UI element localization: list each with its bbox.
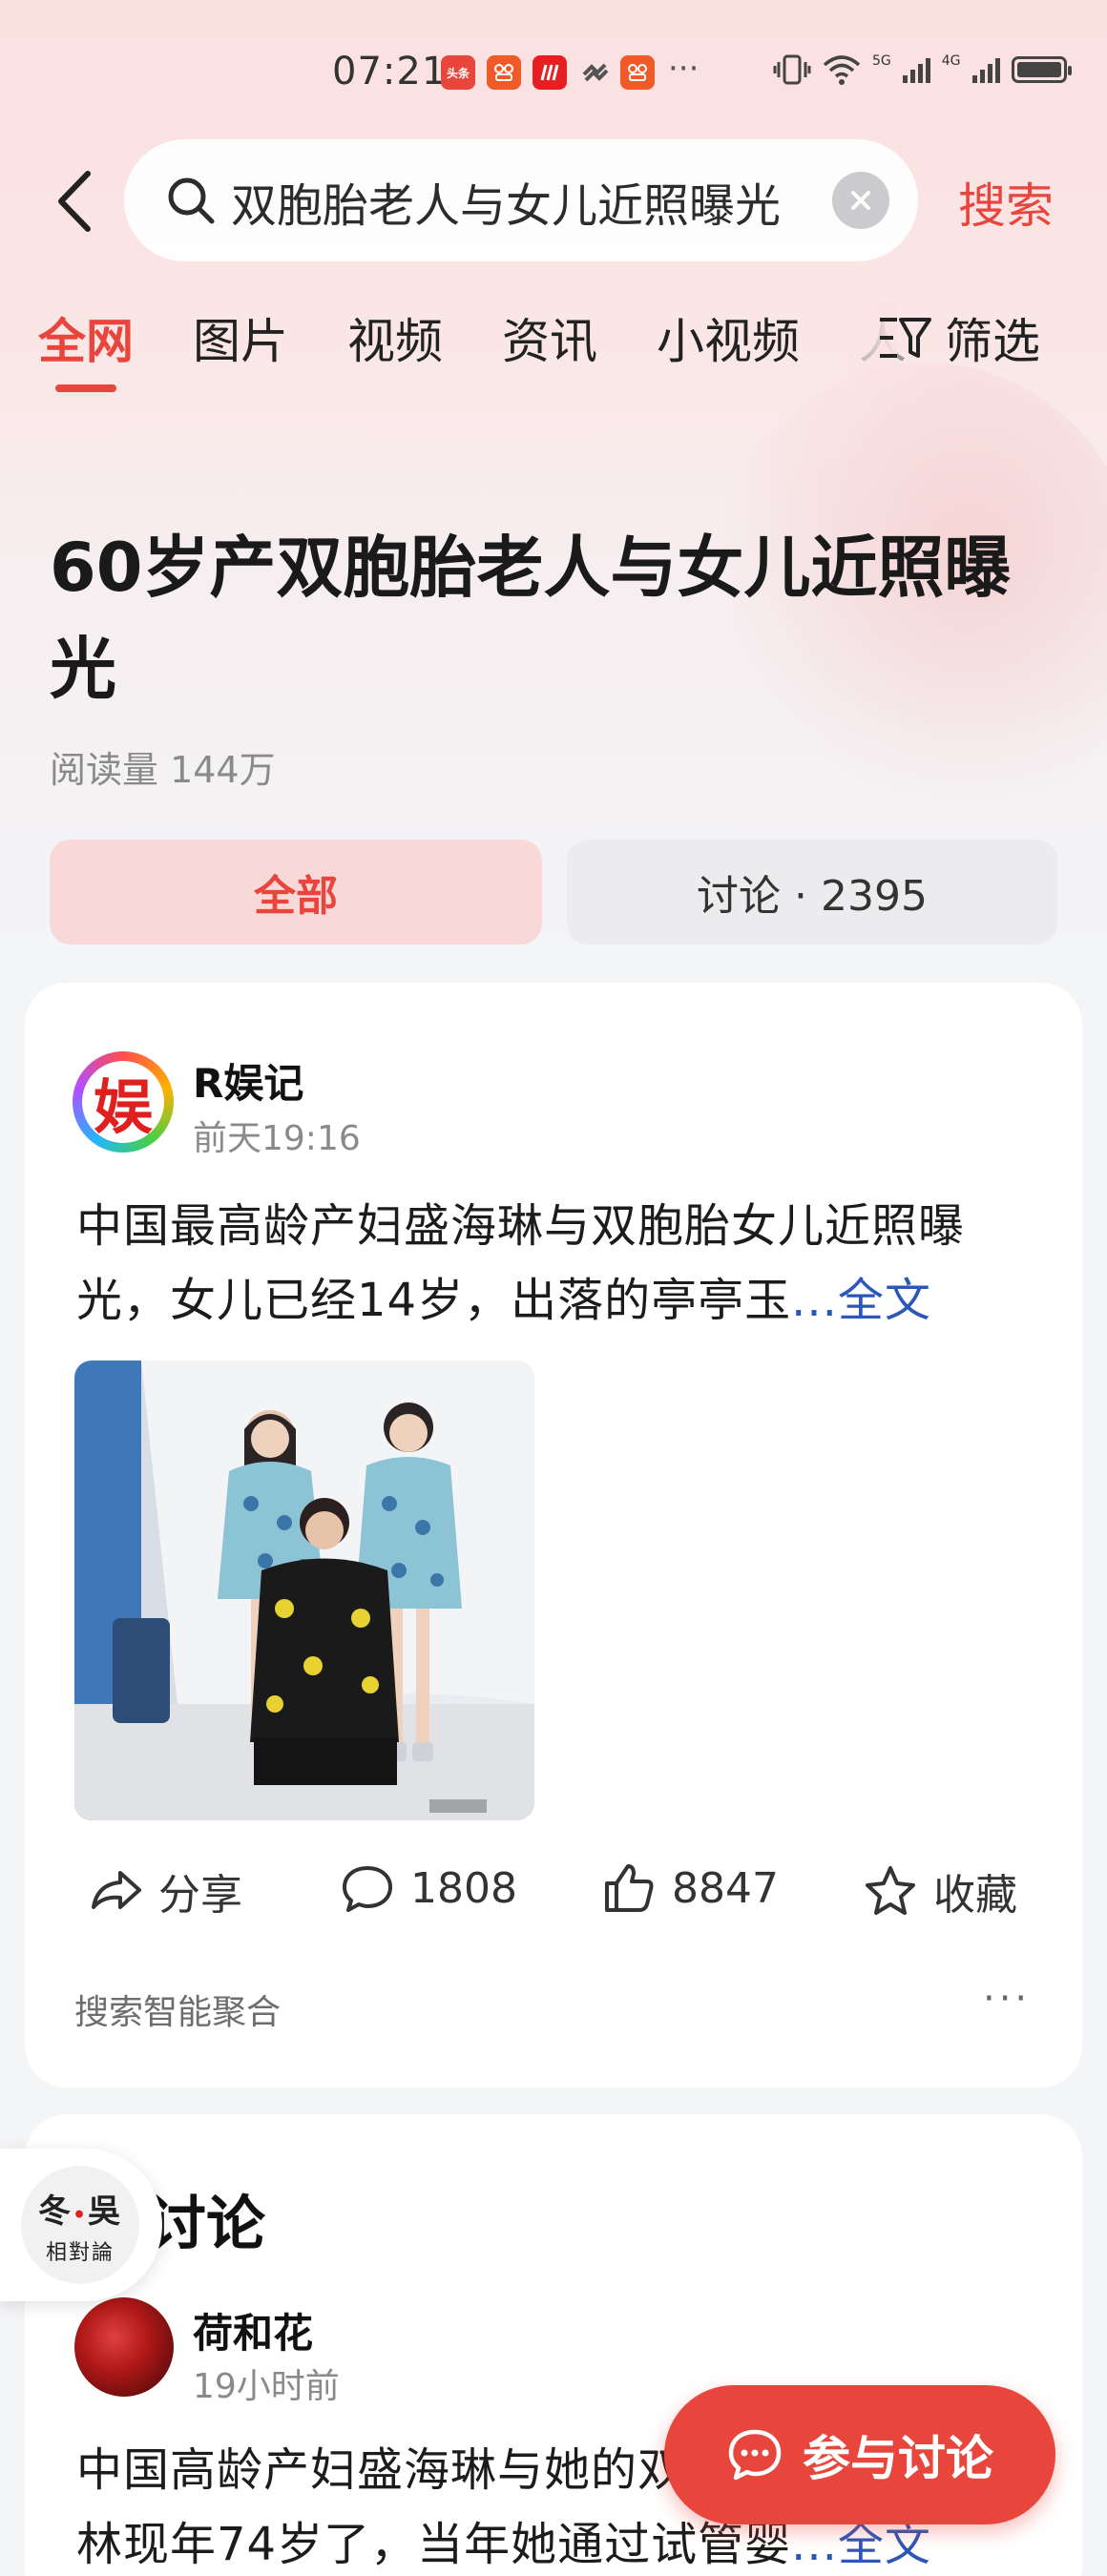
segment-all[interactable]: 全部	[50, 840, 542, 945]
comment-count: 1808	[410, 1863, 517, 1913]
post-photo[interactable]	[74, 1361, 534, 1820]
tab-all[interactable]: 全网	[38, 303, 134, 372]
search-input[interactable]: 双胞胎老人与女儿近照曝光	[231, 168, 823, 235]
thumbs-up-icon	[605, 1864, 654, 1912]
read-count: 阅读量 144万	[50, 749, 276, 791]
topic-title: 60岁产双胞胎老人与女儿近照曝光	[50, 529, 1012, 708]
read-more-link[interactable]: ...全文	[791, 1274, 931, 1327]
like-button[interactable]: 8847	[601, 1860, 779, 1916]
logo-line-1: 冬•吳	[37, 2192, 123, 2231]
status-time: 07:21	[332, 50, 448, 93]
app-icon-4	[578, 55, 613, 90]
search-icon	[168, 177, 215, 224]
post-card: 娱 R娱记 前天19:16 中国最高龄产妇盛海琳与双胞胎女儿近照曝光，女儿已经1…	[25, 983, 1082, 2088]
tab-news[interactable]: 资讯	[502, 303, 597, 372]
logo-line-2: 相對論	[45, 2240, 115, 2265]
discussion-author-avatar[interactable]	[74, 2297, 174, 2397]
discussion-time: 19小时前	[193, 2367, 340, 2406]
like-count: 8847	[672, 1863, 779, 1913]
account-logo: 冬•吳 相對論	[21, 2166, 139, 2284]
post-time: 前天19:16	[193, 1119, 361, 1158]
chat-bubble-icon	[728, 2429, 782, 2481]
comment-button[interactable]: 1808	[340, 1860, 517, 1916]
share-icon	[92, 1871, 141, 1909]
network-5g-label: 5G	[872, 53, 891, 69]
discussion-section-title: 讨论	[147, 2189, 266, 2258]
avatar-char: 娱	[82, 1061, 164, 1143]
photo-illustration	[74, 1361, 534, 1820]
aggregate-label: 搜索智能聚合	[74, 1993, 282, 2032]
floating-account-widget[interactable]: 冬•吳 相對論	[0, 2149, 162, 2301]
network-4g-label: 4G	[941, 53, 961, 69]
join-discussion-button[interactable]: 参与讨论	[664, 2385, 1055, 2524]
close-icon	[851, 191, 870, 210]
back-arrow-icon	[58, 171, 91, 232]
post-actions: 分享 1808 8847 收藏	[25, 1860, 1082, 1937]
search-submit-button[interactable]: 搜索	[958, 168, 1054, 237]
battery-icon	[1011, 56, 1072, 83]
active-tab-indicator	[55, 384, 116, 392]
share-label: 分享	[158, 1871, 242, 1920]
filter-label: 筛选	[945, 314, 1040, 369]
tab-images[interactable]: 图片	[193, 303, 288, 372]
comment-icon	[343, 1866, 392, 1912]
favorite-button[interactable]: 收藏	[863, 1860, 1017, 1922]
tab-video[interactable]: 视频	[347, 303, 443, 372]
status-more-indicator: ···	[668, 50, 700, 88]
wifi-icon	[823, 55, 861, 85]
post-text[interactable]: 中国最高龄产妇盛海琳与双胞胎女儿近照曝光，女儿已经14岁，出落的亭亭玉...全文	[76, 1189, 1054, 1338]
author-avatar[interactable]: 娱	[73, 1051, 174, 1153]
back-button[interactable]	[52, 168, 99, 235]
share-button[interactable]: 分享	[88, 1860, 242, 1922]
discussion-read-more-link[interactable]: ...全文	[791, 2518, 931, 2571]
toutiao-app-icon: 头条	[441, 55, 475, 90]
app-icon-3	[533, 55, 567, 90]
signal-5g-icon	[902, 56, 930, 83]
app-icon-5	[620, 55, 655, 90]
more-options-button[interactable]: ···	[983, 1977, 1031, 2021]
search-tabs: 全网 图片 视频 资讯 小视频 人 筛选	[0, 303, 1107, 399]
status-bar: 07:21 头条 ··· 5G 4G	[0, 0, 1107, 143]
segment-discussion[interactable]: 讨论 · 2395	[567, 840, 1057, 945]
vibrate-icon	[773, 54, 811, 85]
clear-search-button[interactable]	[832, 172, 889, 229]
author-name[interactable]: R娱记	[193, 1051, 303, 1110]
join-discussion-label: 参与讨论	[803, 2431, 993, 2486]
discussion-author-name[interactable]: 荷和花	[193, 2301, 313, 2359]
status-right-icons: 5G 4G	[773, 53, 1072, 86]
filter-button[interactable]: 筛选	[878, 303, 1040, 372]
search-box[interactable]: 双胞胎老人与女儿近照曝光	[124, 139, 918, 261]
signal-4g-icon	[971, 56, 1000, 83]
favorite-label: 收藏	[933, 1871, 1017, 1920]
star-icon	[866, 1866, 915, 1915]
app-icon-2	[487, 55, 521, 90]
filter-icon	[880, 318, 931, 358]
tab-short-video[interactable]: 小视频	[657, 303, 800, 372]
